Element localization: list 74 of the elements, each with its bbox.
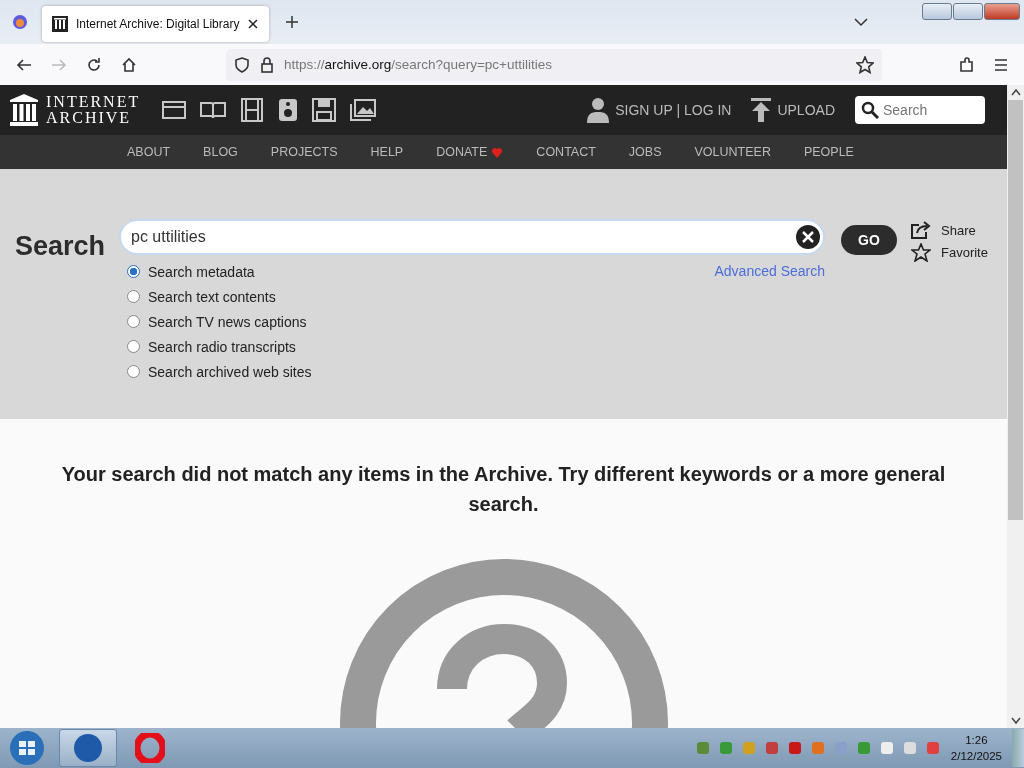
favorite-link[interactable]: Favorite (911, 243, 988, 262)
go-button[interactable]: GO (841, 225, 897, 255)
clear-icon[interactable] (796, 225, 820, 249)
radio-button[interactable] (127, 340, 140, 353)
minimize-button[interactable] (922, 3, 952, 20)
sign-up-log-in-link[interactable]: SIGN UP | LOG IN (587, 97, 732, 123)
nav-link[interactable]: PEOPLE (803, 145, 854, 159)
scroll-down-icon[interactable] (1010, 717, 1021, 725)
browser-tab[interactable]: Internet Archive: Digital Library (42, 6, 270, 42)
upload-arrow-icon (751, 98, 772, 122)
archive-building-icon (52, 16, 68, 32)
share-link[interactable]: Share (911, 221, 988, 239)
search-heading: Search (15, 231, 107, 262)
tray-icon[interactable] (786, 740, 803, 756)
clock-time[interactable]: 1:26 (950, 732, 1002, 748)
search-option[interactable]: Search archived web sites (127, 363, 312, 380)
search-option[interactable]: Search TV news captions (127, 313, 312, 330)
radio-button[interactable] (127, 265, 140, 278)
globe-icon (73, 733, 103, 763)
scrollbar-thumb[interactable] (1008, 100, 1023, 520)
lock-icon (260, 56, 274, 73)
heart-icon (491, 146, 504, 158)
speaker-icon[interactable] (278, 98, 299, 122)
search-option[interactable]: Search radio transcripts (127, 338, 312, 355)
restore-button[interactable] (953, 3, 983, 20)
back-arrow-icon[interactable] (16, 56, 32, 73)
nav-link[interactable]: BLOG (203, 145, 238, 159)
logo-text[interactable]: INTERNET ARCHIVE (46, 94, 141, 126)
image-icon[interactable] (350, 99, 377, 121)
home-icon[interactable] (121, 56, 137, 73)
search-input-field[interactable]: pc uttilities (119, 219, 825, 255)
star-icon[interactable] (856, 55, 874, 74)
close-button[interactable] (984, 3, 1020, 20)
nav-link[interactable]: ABOUT (127, 145, 171, 159)
search-icon (861, 101, 879, 119)
film-icon[interactable] (240, 98, 265, 122)
browser-logo-icon[interactable] (12, 14, 28, 30)
scrollbar[interactable] (1007, 85, 1024, 728)
star-icon (911, 243, 931, 262)
tab-title: Internet Archive: Digital Library (76, 17, 240, 31)
menu-icon[interactable] (994, 58, 1008, 71)
nav-link[interactable]: VOLUNTEER (694, 145, 771, 159)
radio-button[interactable] (127, 290, 140, 303)
archive-building-icon[interactable] (10, 94, 38, 126)
close-icon[interactable] (247, 18, 260, 30)
address-bar[interactable]: https://archive.org/search?query=pc+uttilities (226, 48, 882, 81)
plus-icon[interactable] (285, 15, 300, 29)
tray-icon[interactable] (763, 740, 780, 756)
start-orb-icon[interactable] (9, 730, 45, 766)
nav-link[interactable]: DONATE (436, 145, 504, 159)
url-text: https://archive.org/search?query=pc+uttilities (284, 57, 552, 72)
taskbar-button[interactable] (59, 729, 117, 767)
nav-link[interactable]: HELP (370, 145, 404, 159)
nav-link[interactable]: CONTACT (536, 145, 596, 159)
letter-o-logo-icon (135, 733, 165, 763)
share-icon (911, 221, 931, 239)
shield-icon (234, 56, 250, 73)
nav-link[interactable]: PROJECTS (270, 145, 338, 159)
chevron-down-icon[interactable] (854, 17, 868, 27)
person-icon (587, 97, 610, 123)
tray-icon[interactable] (878, 740, 895, 756)
search-option[interactable]: Search text contents (127, 288, 312, 305)
web-window-icon[interactable] (162, 100, 187, 120)
search-field[interactable]: Search (855, 96, 985, 124)
scroll-up-icon[interactable] (1010, 88, 1021, 96)
no-results-message: Your search did not match any items in the Archive. Try different keywords or a more general search. (60, 462, 947, 517)
book-icon[interactable] (200, 100, 227, 120)
clock-date[interactable]: 2/12/2025 (950, 748, 1002, 764)
search-option[interactable]: Search metadata (127, 263, 312, 280)
nav-link[interactable]: JOBS (628, 145, 662, 159)
radio-button[interactable] (127, 315, 140, 328)
reload-icon[interactable] (86, 56, 102, 73)
upload-link[interactable]: UPLOAD (751, 98, 835, 122)
radio-button[interactable] (127, 365, 140, 378)
